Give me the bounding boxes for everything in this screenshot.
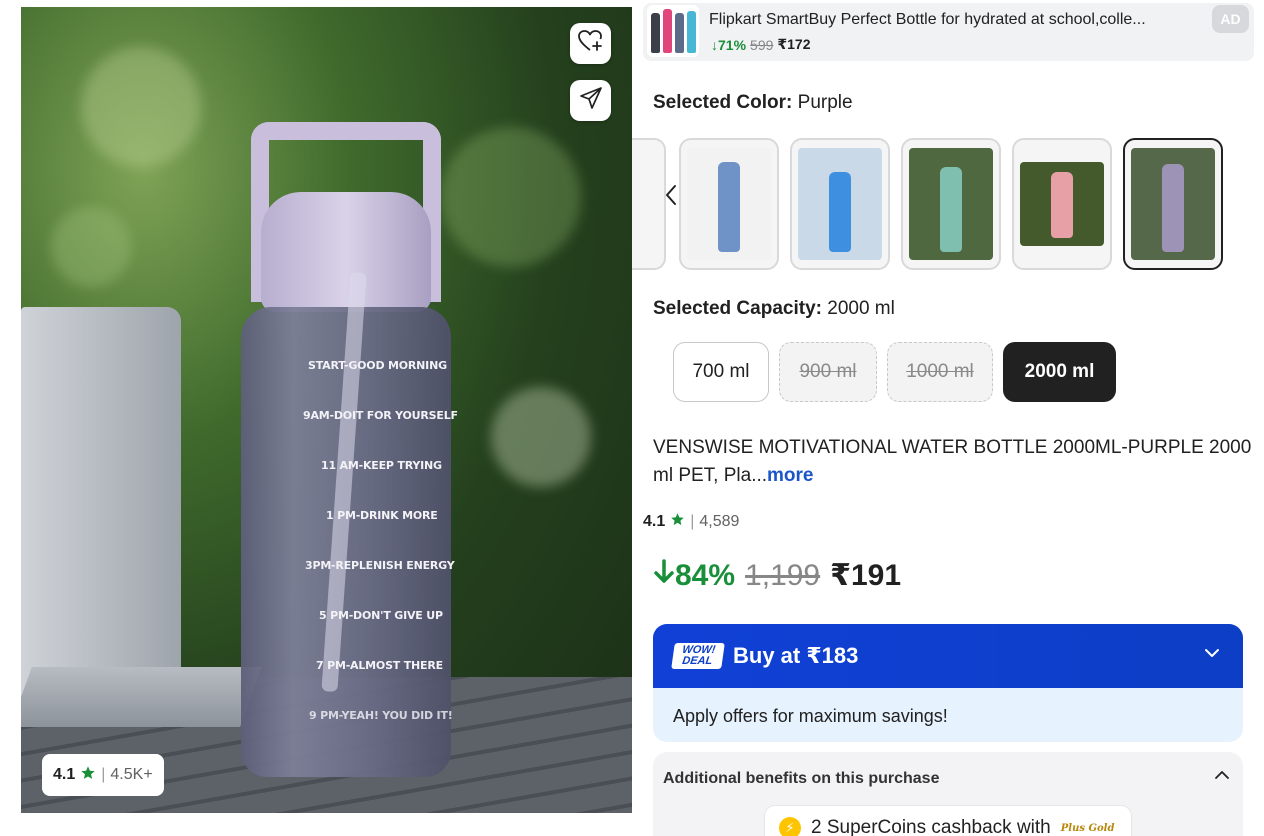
rating-value: 4.1	[643, 513, 666, 530]
price-block: 84% 1,199 ₹191	[653, 558, 901, 593]
apply-offers-text: Apply offers for maximum savings!	[673, 706, 948, 726]
ad-original-price: 599	[750, 36, 774, 53]
share-icon	[579, 86, 603, 115]
background-bokeh	[491, 387, 591, 487]
bottle-marking: 9AM-DOIT FOR YOURSELF	[303, 409, 458, 422]
laptop-keyboard	[21, 667, 262, 727]
wow-deal-header[interactable]: WOW! DEAL Buy at ₹183	[653, 624, 1243, 688]
buy-at-price: Buy at ₹183	[733, 643, 859, 668]
chevron-down-icon[interactable]	[1203, 646, 1221, 664]
product-image[interactable]: START-GOOD MORNING 9AM-DOIT FOR YOURSELF…	[21, 7, 632, 813]
supercoin-icon: ⚡	[779, 817, 801, 836]
capacity-option-700[interactable]: 700 ml	[673, 342, 769, 402]
supercoins-cashback: ⚡ 2 SuperCoins cashback with Plus Gold	[765, 806, 1131, 836]
swatch-image	[798, 148, 882, 260]
additional-benefits-section[interactable]: Additional benefits on this purchase ⚡ 2…	[653, 752, 1243, 836]
discount: 84%	[653, 559, 735, 593]
sponsored-product-card[interactable]: Flipkart SmartBuy Perfect Bottle for hyd…	[643, 3, 1254, 61]
ad-title: Flipkart SmartBuy Perfect Bottle for hyd…	[709, 11, 1146, 28]
rating-separator: |	[101, 766, 106, 783]
ad-price: ↓71% 599 ₹172	[711, 36, 811, 53]
selected-capacity-label: Selected Capacity: 2000 ml	[653, 298, 895, 320]
color-swatch-purple[interactable]	[1123, 138, 1223, 270]
wow-deal-card[interactable]: WOW! DEAL Buy at ₹183 Apply offers for m…	[653, 624, 1243, 742]
capacity-option-900[interactable]: 900 ml	[779, 342, 877, 402]
ad-final-price: ₹172	[777, 36, 811, 52]
plus-gold-logo: Plus Gold	[1060, 822, 1115, 834]
discount-percent: 84%	[675, 558, 736, 592]
background-bokeh	[441, 127, 581, 267]
bottle-marking: 11 AM-KEEP TRYING	[321, 459, 442, 472]
wow-deal-logo: WOW! DEAL	[671, 643, 725, 669]
swatch-image	[687, 148, 771, 260]
product-title: VENSWISE MOTIVATIONAL WATER BOTTLE 2000M…	[653, 434, 1253, 490]
color-swatch-green[interactable]	[901, 138, 1001, 270]
rating-value: 4.1	[53, 766, 76, 783]
background-bokeh	[51, 207, 131, 287]
star-icon	[80, 765, 96, 786]
swatch-image	[1131, 148, 1215, 260]
selected-color-value: Purple	[797, 92, 853, 113]
ad-discount: ↓71%	[711, 36, 747, 53]
background-bokeh	[81, 47, 201, 167]
product-rating[interactable]: 4.1 | 4,589	[643, 512, 739, 532]
ad-product-thumbnail	[647, 5, 699, 57]
more-link[interactable]: more	[767, 465, 813, 486]
color-swatch-pink[interactable]	[1012, 138, 1112, 270]
bottle-marking: 5 PM-DON'T GIVE UP	[319, 609, 443, 622]
supercoins-text: 2 SuperCoins cashback with	[811, 817, 1051, 836]
chevron-up-icon[interactable]	[1213, 768, 1231, 786]
product-title-text: VENSWISE MOTIVATIONAL WATER BOTTLE 2000M…	[653, 437, 1252, 486]
star-icon	[670, 512, 685, 532]
bottle-marking: 7 PM-ALMOST THERE	[316, 659, 443, 672]
capacity-option-1000[interactable]: 1000 ml	[887, 342, 993, 402]
bottle-marking: 1 PM-DRINK MORE	[326, 509, 438, 522]
rating-separator: |	[690, 513, 695, 530]
laptop	[21, 307, 181, 727]
selected-capacity-title: Selected Capacity:	[653, 298, 822, 319]
arrow-down-icon	[653, 558, 675, 593]
ad-badge: AD	[1212, 5, 1249, 33]
swatch-image	[1020, 162, 1104, 246]
bottle-marking: START-GOOD MORNING	[308, 359, 447, 372]
wishlist-button[interactable]	[570, 23, 611, 64]
selected-capacity-value: 2000 ml	[827, 298, 895, 319]
benefits-heading: Additional benefits on this purchase	[663, 770, 940, 787]
rating-count: 4.5K+	[110, 766, 153, 783]
color-swatch-carousel	[632, 138, 1264, 270]
capacity-option-2000[interactable]: 2000 ml	[1003, 342, 1116, 402]
water-bottle: START-GOOD MORNING 9AM-DOIT FOR YOURSELF…	[241, 122, 458, 782]
color-swatch-blue-desk[interactable]	[790, 138, 890, 270]
share-button[interactable]	[570, 80, 611, 121]
bottle-marking: 3PM-REPLENISH ENERGY	[305, 559, 455, 572]
final-price: ₹191	[830, 559, 902, 592]
wow-deal-logo-line2: DEAL	[681, 655, 714, 667]
heart-plus-icon	[577, 29, 604, 58]
selected-color-label: Selected Color: Purple	[653, 92, 853, 114]
selected-color-title: Selected Color:	[653, 92, 793, 113]
bottle-marking: 9 PM-YEAH! YOU DID IT!	[309, 709, 453, 722]
swatch-image	[909, 148, 993, 260]
rating-count: 4,589	[699, 513, 740, 530]
image-rating-badge: 4.1 | 4.5K+	[42, 754, 164, 796]
chevron-left-icon	[664, 184, 678, 211]
color-swatch-blue[interactable]	[679, 138, 779, 270]
bottle-lid	[261, 192, 431, 312]
original-price: 1,199	[745, 558, 821, 592]
